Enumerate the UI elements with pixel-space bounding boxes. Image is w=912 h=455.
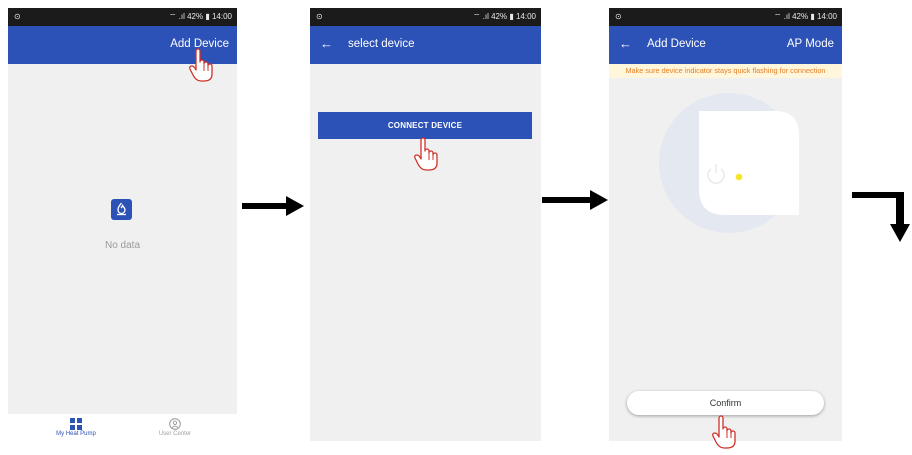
arrow-right-icon [542, 190, 608, 210]
bottom-tab-bar: My Heat Pump User Center [8, 414, 237, 441]
status-left-icons: ⊙ [14, 12, 23, 21]
hand-pointer-icon [414, 137, 438, 171]
app-bar: ← select device [310, 26, 541, 64]
status-bar: ⊙ ⌔ .ıl 42% ▮ 14:00 [310, 8, 541, 26]
status-bar: ⊙ ⌔ .ıl 42% ▮ 14:00 [609, 8, 842, 26]
hand-pointer-icon [712, 415, 736, 449]
status-left-icons: ⊙ [316, 12, 325, 21]
back-arrow-icon[interactable]: ← [320, 36, 333, 52]
device-indicator-illustration [659, 93, 799, 233]
connect-device-button[interactable]: CONNECT DEVICE [318, 112, 532, 139]
indicator-led [735, 173, 743, 181]
empty-state-text: No data [104, 240, 141, 251]
page-title: select device [348, 38, 415, 50]
status-right-info: ⌔ .ıl 42% ▮ 14:00 [168, 12, 232, 21]
connection-hint-banner: Make sure device indicator stays quick f… [609, 64, 842, 78]
arrow-turn-down-icon [852, 192, 910, 242]
status-right-info: ⌔ .ıl 42% ▮ 14:00 [773, 12, 837, 21]
back-arrow-icon[interactable]: ← [619, 36, 632, 52]
app-bar: ← Add Device AP Mode [609, 26, 842, 64]
confirm-button[interactable]: Confirm [627, 391, 824, 415]
tab-my-heat-pump[interactable]: My Heat Pump [31, 414, 121, 441]
tab-label: My Heat Pump [56, 431, 96, 437]
arrow-right-icon [242, 196, 304, 216]
screen-add-device: ⊙ ⌔ .ıl 42% ▮ 14:00 ← Add Device AP Mode… [609, 8, 842, 441]
tab-user-center[interactable]: User Center [130, 414, 220, 441]
user-circle-icon [169, 418, 181, 430]
ap-mode-button[interactable]: AP Mode [787, 37, 834, 51]
screen-select-device: ⊙ ⌔ .ıl 42% ▮ 14:00 ← select device CONN… [310, 8, 541, 441]
status-right-info: ⌔ .ıl 42% ▮ 14:00 [472, 12, 536, 21]
page-title: Add Device [647, 38, 706, 50]
heat-pump-icon [111, 199, 132, 220]
status-left-icons: ⊙ [615, 12, 624, 21]
tab-label: User Center [158, 431, 192, 437]
status-bar: ⊙ ⌔ .ıl 42% ▮ 14:00 [8, 8, 237, 26]
grid-icon [70, 418, 82, 430]
hand-pointer-icon [189, 48, 213, 82]
